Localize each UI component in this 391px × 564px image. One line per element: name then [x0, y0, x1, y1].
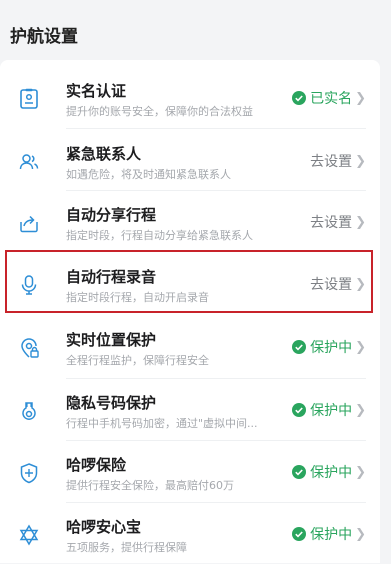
item-title: 紧急联系人: [66, 145, 142, 163]
item-subtitle: 指定时段，行程自动分享给紧急联系人: [66, 229, 253, 242]
status-text: 保护中: [310, 527, 353, 543]
settings-item-insurance[interactable]: 哈啰保险 提供行程安全保险，最高赔付60万 保护中 ❯: [0, 440, 380, 502]
status-text: 保护中: [310, 403, 353, 419]
chevron-right-icon: ❯: [355, 402, 366, 418]
check-circle-icon: [292, 403, 307, 417]
star-of-david-icon: [19, 524, 39, 546]
status-badge: 去设置 ❯: [310, 151, 366, 171]
chevron-right-icon: ❯: [355, 153, 366, 169]
item-title: 实名认证: [66, 82, 127, 100]
id-card-icon: [20, 88, 38, 109]
status-badge: 保护中 ❯: [292, 337, 366, 357]
status-badge: 已实名 ❯: [292, 88, 366, 108]
check-circle-icon: [292, 91, 307, 105]
item-title: 自动分享行程: [66, 206, 157, 224]
item-subtitle: 五项服务，提供行程保障: [66, 541, 187, 554]
check-circle-icon: [292, 527, 307, 541]
highlight-box: [5, 250, 373, 313]
status-text: 已实名: [310, 91, 353, 107]
item-title: 隐私号码保护: [66, 394, 157, 412]
contacts-icon: [19, 154, 39, 170]
item-subtitle: 提供行程安全保险，最高赔付60万: [66, 479, 234, 492]
item-subtitle: 提升你的账号安全，保障你的合法权益: [66, 105, 253, 118]
item-title: 实时位置保护: [66, 331, 157, 349]
status-badge: 保护中 ❯: [292, 462, 366, 482]
check-circle-icon: [292, 465, 307, 479]
chevron-right-icon: ❯: [355, 90, 366, 106]
status-badge: 保护中 ❯: [292, 400, 366, 420]
item-subtitle: 如遇危险，将及时通知紧急联系人: [66, 168, 231, 181]
chevron-right-icon: ❯: [355, 214, 366, 230]
phone-privacy-icon: [22, 402, 36, 420]
settings-item-number-privacy[interactable]: 隐私号码保护 行程中手机号码加密，通过"虚拟中间... 保护中 ❯: [0, 378, 380, 440]
settings-item-real-name[interactable]: 实名认证 提升你的账号安全，保障你的合法权益 已实名 ❯: [0, 66, 380, 128]
location-lock-icon: [21, 338, 39, 358]
settings-item-safety-plan[interactable]: 哈啰安心宝 五项服务，提供行程保障 保护中 ❯: [0, 502, 380, 564]
check-circle-icon: [292, 340, 307, 354]
status-text: 保护中: [310, 465, 353, 481]
status-text: 去设置: [310, 215, 353, 231]
chevron-right-icon: ❯: [355, 339, 366, 355]
page-title: 护航设置: [10, 27, 78, 47]
settings-item-location-protection[interactable]: 实时位置保护 全程行程监护，保障行程安全 保护中 ❯: [0, 315, 380, 377]
item-title: 哈啰安心宝: [66, 518, 142, 536]
status-text: 保护中: [310, 340, 353, 356]
chevron-right-icon: ❯: [355, 526, 366, 542]
item-subtitle: 行程中手机号码加密，通过"虚拟中间...: [66, 417, 258, 430]
safety-settings-page: 护航设置 实名认证 提升你的账号安全，保障你的合法权益 已实名 ❯ 紧急联系人 …: [0, 0, 391, 563]
chevron-right-icon: ❯: [355, 464, 366, 480]
status-text: 去设置: [310, 154, 353, 170]
shield-icon: [20, 463, 38, 484]
status-badge: 保护中 ❯: [292, 524, 366, 544]
item-subtitle: 全程行程监护，保障行程安全: [66, 354, 209, 367]
settings-item-emergency-contacts[interactable]: 紧急联系人 如遇危险，将及时通知紧急联系人 去设置 ❯: [0, 129, 380, 191]
settings-item-auto-share[interactable]: 自动分享行程 指定时段，行程自动分享给紧急联系人 去设置 ❯: [0, 190, 380, 252]
share-icon: [20, 215, 38, 233]
status-badge: 去设置 ❯: [310, 212, 366, 232]
item-title: 哈啰保险: [66, 456, 127, 474]
